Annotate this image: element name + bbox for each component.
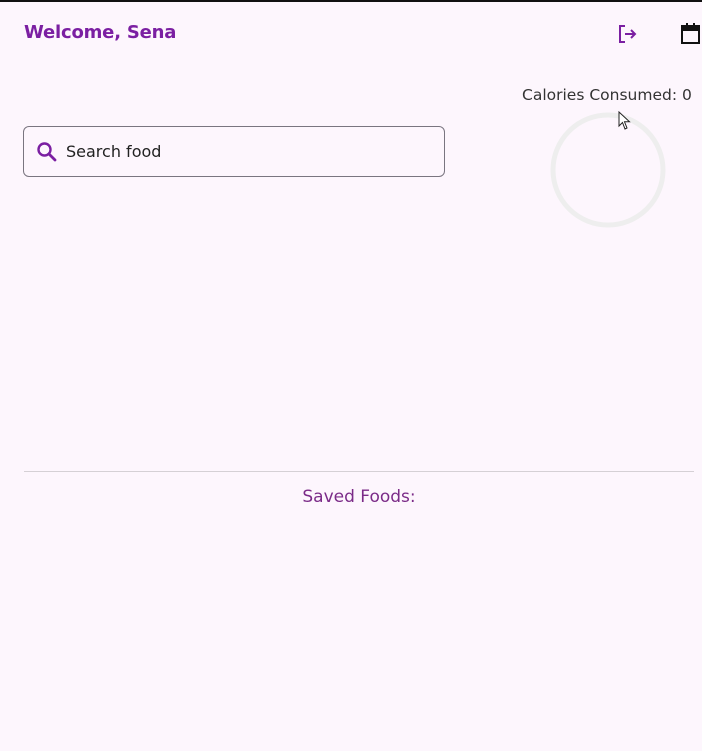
search-icon: [36, 141, 58, 163]
logout-icon: [619, 25, 637, 43]
app-screen: Welcome, Sena Calories Consumed: 0 Searc…: [0, 0, 702, 751]
calendar-icon: [681, 23, 700, 44]
welcome-title: Welcome, Sena: [24, 22, 177, 43]
search-field[interactable]: [23, 126, 445, 177]
mouse-cursor-icon: [618, 111, 631, 130]
search-input[interactable]: [66, 142, 406, 161]
progress-ring-track: [550, 112, 666, 228]
window-top-border: [0, 0, 702, 2]
calorie-progress-ring: [550, 112, 666, 228]
logout-button[interactable]: [613, 20, 641, 48]
calories-consumed-label: Calories Consumed: 0: [522, 86, 692, 104]
section-divider: [24, 471, 694, 472]
calendar-button[interactable]: [676, 20, 702, 48]
saved-foods-title: Saved Foods:: [302, 487, 416, 507]
